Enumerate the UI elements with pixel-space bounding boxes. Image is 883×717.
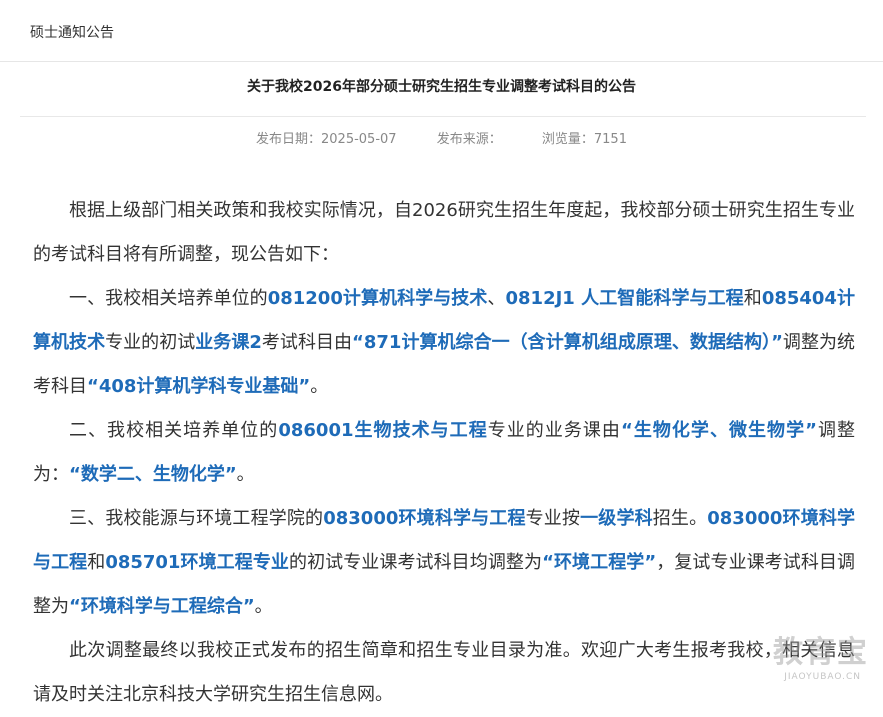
highlight-text: “408计算机学科专业基础” <box>87 376 311 397</box>
body-text: 一、我校相关培养单位的 <box>69 288 268 309</box>
top-bar: 硕士通知公告 <box>0 0 883 62</box>
body-text: 。 <box>310 376 329 397</box>
view-count-label: 浏览量： <box>541 132 594 147</box>
highlight-text: “871计算机综合一（含计算机组成原理、数据结构）” <box>352 332 783 353</box>
article-paragraph: 此次调整最终以我校正式发布的招生简章和招生专业目录为准。欢迎广大考生报考我校，相… <box>33 629 855 717</box>
publish-source-label: 发布来源： <box>436 132 502 147</box>
highlight-text: “环境工程学” <box>542 552 657 573</box>
highlight-text: 083000环境科学与工程 <box>323 508 526 529</box>
body-text: 。 <box>236 464 255 485</box>
highlight-text: “生物化学、微生物学” <box>620 420 817 441</box>
article-paragraph: 一、我校相关培养单位的081200计算机科学与技术、0812J1 人工智能科学与… <box>33 277 855 409</box>
publish-date: 发布日期：2025-05-07 <box>256 131 397 149</box>
article-paragraph: 根据上级部门相关政策和我校实际情况，自2026研究生招生年度起，我校部分硕士研究… <box>33 189 855 277</box>
body-text: 和 <box>87 552 106 573</box>
publish-date-label: 发布日期： <box>256 132 322 147</box>
title-divider <box>20 116 866 117</box>
watermark-url: JIAOYUBAO.CN <box>784 672 861 682</box>
highlight-text: 一级学科 <box>580 508 653 529</box>
body-text: 招生。 <box>652 508 708 529</box>
article-paragraph: 三、我校能源与环境工程学院的083000环境科学与工程专业按一级学科招生。083… <box>33 497 855 629</box>
body-text: 此次调整最终以我校正式发布的招生简章和招生专业目录为准。欢迎广大考生报考我校，相… <box>33 640 855 705</box>
highlight-text: “环境科学与工程综合” <box>69 596 255 617</box>
breadcrumb[interactable]: 硕士通知公告 <box>30 24 114 42</box>
body-text: 二、我校相关培养单位的 <box>69 420 279 441</box>
view-count: 浏览量：7151 <box>542 131 627 149</box>
highlight-text: 0812J1 人工智能科学与工程 <box>505 288 744 309</box>
highlight-text: “数学二、生物化学” <box>69 464 237 485</box>
highlight-text: 085701环境工程专业 <box>105 552 289 573</box>
body-text: 根据上级部门相关政策和我校实际情况，自2026研究生招生年度起，我校部分硕士研究… <box>33 200 855 265</box>
publish-date-value: 2025-05-07 <box>321 132 397 147</box>
body-text: 专业的业务课由 <box>487 420 621 441</box>
watermark-logo: 教育宝 <box>773 635 869 670</box>
article-title: 关于我校2026年部分硕士研究生招生专业调整考试科目的公告 <box>247 79 636 95</box>
view-count-value: 7151 <box>593 132 627 147</box>
body-text: 的初试专业课考试科目均调整为 <box>289 552 543 573</box>
body-text: 和 <box>743 288 762 309</box>
article-body: 根据上级部门相关政策和我校实际情况，自2026研究生招生年度起，我校部分硕士研究… <box>33 189 855 717</box>
body-text: 三、我校能源与环境工程学院的 <box>69 508 324 529</box>
highlight-text: 业务课2 <box>195 332 262 353</box>
highlight-text: 086001生物技术与工程 <box>278 420 488 441</box>
body-text: 。 <box>254 596 273 617</box>
highlight-text: 081200计算机科学与技术 <box>267 288 488 309</box>
body-text: 专业按 <box>525 508 581 529</box>
body-text: 专业的初试 <box>105 332 196 353</box>
article-paragraph: 二、我校相关培养单位的086001生物技术与工程专业的业务课由“生物化学、微生物… <box>33 409 855 497</box>
article-meta: 发布日期：2025-05-07 发布来源： 浏览量：7151 <box>0 131 883 149</box>
body-text: 考试科目由 <box>261 332 353 353</box>
publish-source: 发布来源： <box>437 131 502 149</box>
body-text: 、 <box>487 288 506 309</box>
